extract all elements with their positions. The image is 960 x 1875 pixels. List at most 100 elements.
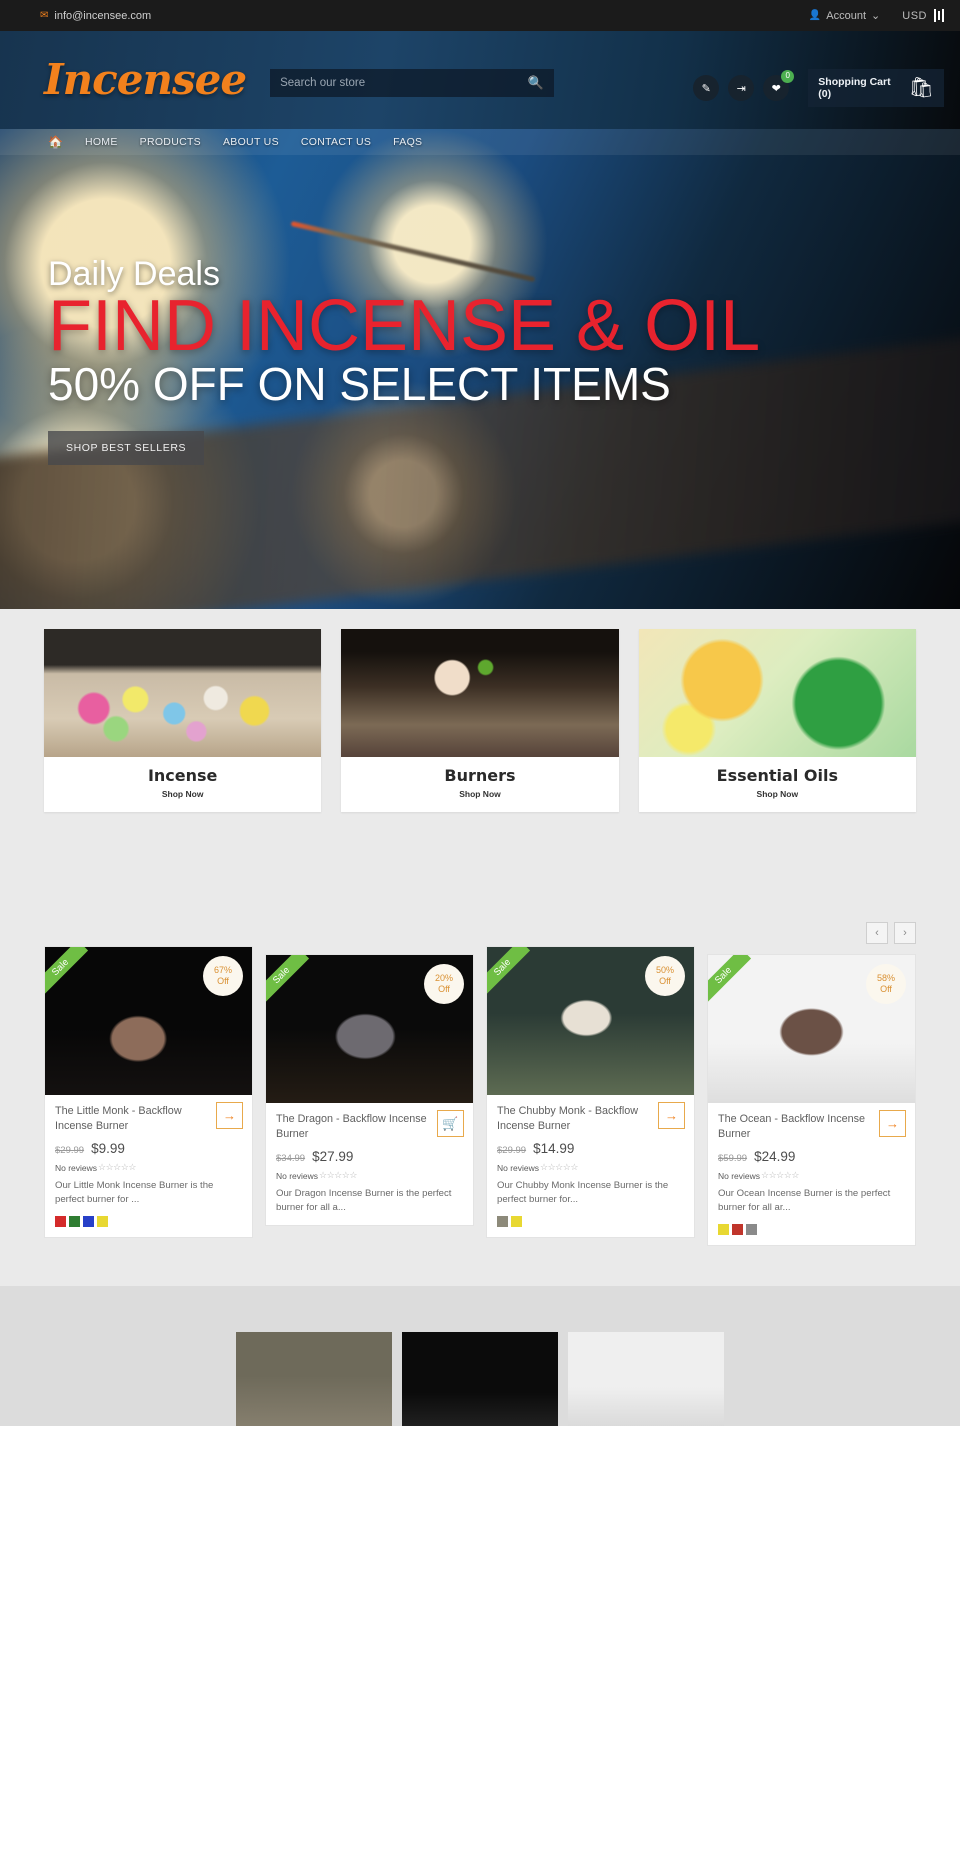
product-title[interactable]: The Dragon - Backflow Incense Burner [276,1112,463,1142]
main-navigation: 🏠 HOME PRODUCTS ABOUT US CONTACT US FAQS [0,129,960,155]
product-image: Sale 50% Off [487,947,694,1095]
color-swatch[interactable] [718,1224,729,1236]
category-title: Incense [147,766,218,785]
discount-percent: 58% [876,973,895,983]
product-description: Our Little Monk Incense Burner is the pe… [55,1180,214,1206]
star-rating-icon: ☆☆☆☆☆ [540,1162,578,1173]
carousel-next-button[interactable]: › [894,922,916,944]
product-card[interactable]: Sale 50% Off The Chubby Monk - Backflow … [486,946,695,1239]
sale-ribbon: Sale [266,955,328,1017]
color-swatch[interactable] [69,1216,80,1228]
color-swatch[interactable] [83,1216,94,1228]
cart-label: Shopping Cart [818,76,891,88]
bottom-gallery-strip [0,1286,960,1427]
shopping-bag-icon: 🛍 [908,77,934,99]
hero-title: FIND INCENSE & OIL [48,286,761,366]
product-card[interactable]: Sale 58% Off The Ocean - Backflow Incens… [707,954,916,1247]
product-card[interactable]: Sale 67% Off The Little Monk - Backflow … [44,946,253,1239]
product-reviews: No reviews ☆☆☆☆☆ [55,1162,242,1173]
page-root: ✉ info@incensee.com 👤 Account ⌄ USD Ince… [0,0,960,1427]
search-icon[interactable]: 🔍 [528,75,544,91]
nav-item-faqs[interactable]: FAQS [393,136,422,148]
chevron-down-icon: ⌄ [871,10,881,22]
color-swatch[interactable] [55,1216,66,1228]
category-shop-now[interactable]: Shop Now [341,789,618,799]
gallery-thumbnail[interactable] [236,1332,392,1427]
product-card[interactable]: Sale 20% Off The Dragon - Backflow Incen… [265,954,474,1227]
category-card-burners[interactable]: Burners Shop Now [341,629,619,812]
category-shop-now[interactable]: Shop Now [44,789,321,799]
hero-content: Daily Deals FIND INCENSE & OIL 50% OFF O… [0,129,960,466]
color-swatch[interactable] [97,1216,108,1228]
discount-percent: 50% [655,965,674,975]
product-description: Our Chubby Monk Incense Burner is the pe… [497,1180,669,1206]
product-price: $59.99 $24.99 [718,1149,905,1164]
arrow-right-icon[interactable]: → [658,1102,685,1129]
discount-suffix: Off [880,984,892,994]
search-bar[interactable]: 🔍 [270,69,555,97]
color-swatch[interactable] [746,1224,757,1236]
wishlist-heart-icon[interactable]: ❤ 0 [763,70,795,101]
nav-item-home[interactable]: HOME [85,136,118,148]
contact-email[interactable]: ✉ info@incensee.com [40,10,151,22]
account-menu[interactable]: 👤 Account ⌄ [808,9,881,23]
product-new-price: $9.99 [91,1141,125,1157]
user-icon: 👤 [808,10,822,21]
product-new-price: $27.99 [312,1149,354,1165]
sale-ribbon: Sale [45,947,107,1009]
contact-email-label: info@incensee.com [54,9,152,22]
shopping-cart-button[interactable]: Shopping Cart (0) 🛍 [808,69,944,107]
product-old-price: $59.99 [718,1153,748,1165]
product-list: Sale 67% Off The Little Monk - Backflow … [0,946,960,1247]
search-input[interactable] [280,77,528,89]
product-title[interactable]: The Ocean - Backflow Incense Burner [718,1112,905,1142]
nav-item-contact-us[interactable]: CONTACT US [301,136,371,148]
discount-suffix: Off [438,984,450,994]
category-card-essential-oils[interactable]: Essential Oils Shop Now [638,629,916,812]
category-card-incense[interactable]: Incense Shop Now [44,629,322,812]
pencil-icon[interactable]: ✎ [693,75,720,101]
arrow-right-icon[interactable]: → [879,1110,906,1137]
gallery-thumbnail[interactable] [568,1332,724,1427]
product-title[interactable]: The Chubby Monk - Backflow Incense Burne… [497,1104,684,1134]
gallery-thumbnail[interactable] [402,1332,558,1427]
product-title[interactable]: The Little Monk - Backflow Incense Burne… [55,1104,242,1134]
discount-badge: 20% Off [424,964,464,1004]
product-image: Sale 58% Off [708,955,915,1103]
discount-badge: 67% Off [203,956,243,996]
product-old-price: $29.99 [55,1145,85,1157]
sale-ribbon: Sale [708,955,770,1017]
categories-section: Incense Shop Now Burners Shop Now Essent… [0,609,960,922]
discount-badge: 50% Off [645,956,685,996]
color-swatch[interactable] [497,1216,508,1228]
site-logo[interactable]: Incensee [44,59,247,101]
hero-banner: Daily Deals FIND INCENSE & OIL 50% OFF O… [0,129,960,609]
nav-item-products[interactable]: PRODUCTS [140,136,201,148]
currency-label: USD [902,9,927,22]
currency-selector[interactable]: USD [902,9,944,22]
product-image: Sale 67% Off [45,947,252,1095]
category-image [44,629,322,757]
color-swatch[interactable] [511,1216,522,1228]
color-swatches [497,1216,684,1228]
login-icon[interactable]: ⇥ [728,75,755,101]
envelope-icon: ✉ [40,9,49,21]
shopping-cart-icon[interactable]: 🛒 [437,1110,464,1137]
home-icon[interactable]: 🏠 [48,135,63,149]
carousel-prev-button[interactable]: ‹ [866,922,888,944]
shop-best-sellers-button[interactable]: SHOP BEST SELLERS [48,431,205,466]
hero-subtitle: 50% OFF ON SELECT ITEMS [48,357,671,410]
discount-suffix: Off [659,976,671,986]
arrow-right-icon[interactable]: → [216,1102,243,1129]
product-reviews: No reviews ☆☆☆☆☆ [497,1162,684,1173]
discount-percent: 20% [434,973,453,983]
color-swatch[interactable] [732,1224,743,1236]
star-rating-icon: ☆☆☆☆☆ [98,1162,136,1173]
product-reviews: No reviews ☆☆☆☆☆ [718,1170,905,1181]
product-new-price: $24.99 [754,1149,796,1165]
nav-item-about-us[interactable]: ABOUT US [223,136,279,148]
category-shop-now[interactable]: Shop Now [639,789,916,799]
product-image: Sale 20% Off [266,955,473,1103]
review-count: No reviews [718,1170,761,1181]
header-actions: ✎ ⇥ ❤ 0 Shopping Cart (0) 🛍 [693,69,944,107]
